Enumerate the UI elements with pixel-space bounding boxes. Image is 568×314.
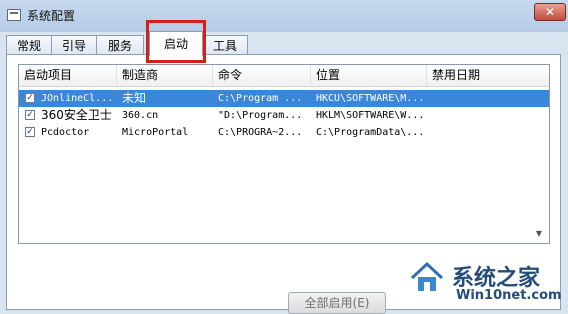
list-header: 启动项目 制造商 命令 位置 禁用日期 xyxy=(19,65,549,87)
column-disabled-date[interactable]: 禁用日期 xyxy=(427,65,549,86)
tab-boot[interactable]: 引导 xyxy=(51,35,97,56)
tab-services[interactable]: 服务 xyxy=(96,35,144,56)
location: C:\ProgramData\... xyxy=(316,127,425,138)
disabled-date xyxy=(432,90,542,107)
disabled-date xyxy=(432,107,542,124)
column-location[interactable]: 位置 xyxy=(311,65,427,86)
table-row[interactable]: ✓ 360安全卫士 360.cn "D:\Program... HKLM\SOF… xyxy=(19,107,549,124)
manufacturer: 未知 xyxy=(122,91,147,105)
startup-tab-highlight xyxy=(146,20,206,63)
disabled-date xyxy=(432,124,542,141)
command: C:\PROGRA~2... xyxy=(218,127,303,138)
startup-item-name: Pcdoctor xyxy=(41,127,90,138)
column-manufacturer[interactable]: 制造商 xyxy=(117,65,213,86)
column-command[interactable]: 命令 xyxy=(213,65,311,86)
location: HKCU\SOFTWARE\M... xyxy=(316,93,425,104)
command: "D:\Program... xyxy=(218,110,303,121)
house-logo-icon xyxy=(410,261,444,291)
startup-item-name: 360安全卫士 xyxy=(41,108,112,122)
enable-checkbox[interactable]: ✓ xyxy=(25,93,35,103)
table-row[interactable]: ✓ JOnlineCl... 未知 C:\Program ... HKCU\SO… xyxy=(19,90,549,107)
tab-general[interactable]: 常规 xyxy=(6,35,52,56)
command: C:\Program ... xyxy=(218,93,303,104)
scroll-down-arrow-icon[interactable]: ▼ xyxy=(530,226,548,242)
column-startup-item[interactable]: 启动项目 xyxy=(19,65,117,86)
watermark: 系统之家 Win10net.com xyxy=(398,256,568,310)
close-button[interactable]: ✕ xyxy=(534,3,566,21)
enable-checkbox[interactable]: ✓ xyxy=(25,127,35,137)
tab-tools[interactable]: 工具 xyxy=(202,35,248,56)
manufacturer: 360.cn xyxy=(122,110,159,121)
startup-items-list[interactable]: 启动项目 制造商 命令 位置 禁用日期 ✓ JOnlineCl... 未知 C:… xyxy=(18,64,550,244)
startup-item-name: JOnlineCl... xyxy=(41,93,114,104)
system-config-icon xyxy=(7,9,21,21)
table-row[interactable]: ✓ Pcdoctor MicroPortal C:\PROGRA~2... C:… xyxy=(19,124,549,141)
manufacturer: MicroPortal xyxy=(122,127,189,138)
title-bar: 系统配置 ✕ xyxy=(0,0,568,32)
watermark-url: Win10net.com xyxy=(456,288,562,303)
window-title: 系统配置 xyxy=(27,9,76,23)
location: HKLM\SOFTWARE\W... xyxy=(316,110,425,121)
enable-all-button[interactable]: 全部启用(E) xyxy=(288,292,386,314)
enable-checkbox[interactable]: ✓ xyxy=(25,110,35,120)
